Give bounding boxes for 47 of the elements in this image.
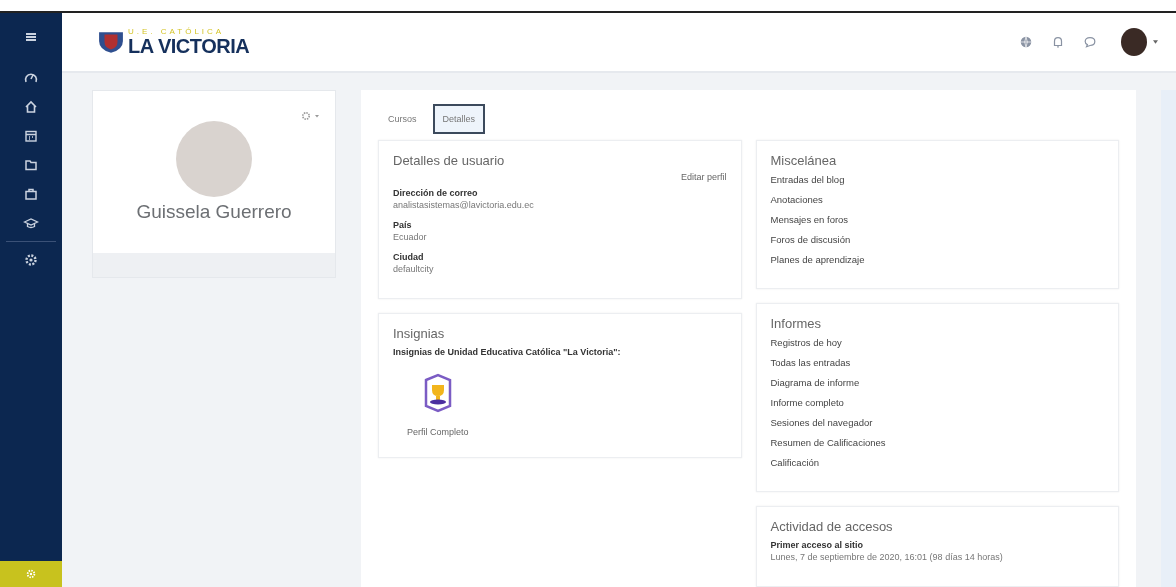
report-link[interactable]: Resumen de Calificaciones <box>770 437 1104 448</box>
card-title: Insignias <box>393 326 446 341</box>
settings-icon[interactable] <box>23 252 39 268</box>
caret-icon[interactable] <box>1153 40 1158 44</box>
trophy-badge-icon[interactable] <box>422 373 453 413</box>
user-avatar[interactable] <box>1121 28 1147 56</box>
tab[interactable]: Detalles <box>432 104 486 134</box>
report-link[interactable]: Diagrama de informe <box>770 377 1104 388</box>
field-value: analistasistemas@lavictoria.edu.ec <box>393 200 535 210</box>
globe-icon[interactable] <box>1019 35 1033 49</box>
profile-name: Guissela Guerrero <box>136 201 292 223</box>
misc-link[interactable]: Planes de aprendizaje <box>770 254 1104 265</box>
chat-icon[interactable] <box>1083 35 1097 49</box>
report-link[interactable]: Sesiones del navegador <box>770 417 1104 428</box>
card-title: Detalles de usuario <box>393 153 506 168</box>
misc-link[interactable]: Anotaciones <box>770 194 1104 205</box>
field-label: Dirección de correo <box>393 188 479 198</box>
field-value: defaultcity <box>393 264 435 274</box>
report-link[interactable]: Calificación <box>770 457 1104 468</box>
settings-icon <box>25 568 37 580</box>
misc-link[interactable]: Mensajes en foros <box>770 214 1104 225</box>
report-link[interactable]: Informe completo <box>770 397 1104 408</box>
home-icon[interactable] <box>23 99 39 115</box>
report-link[interactable]: Registros de hoy <box>770 337 1104 348</box>
field-label: País <box>393 220 413 230</box>
card-title: Actividad de accesos <box>770 519 894 534</box>
field-value: Lunes, 7 de septiembre de 2020, 16:01 (98 días 14 horas) <box>770 552 1004 562</box>
card-title: Informes <box>770 316 823 331</box>
settings-menu-icon[interactable] <box>301 111 321 121</box>
badges-subtitle: Insignias de Unidad Educativa Católica "La Victoria": <box>393 347 622 357</box>
field-label: Primer acceso al sitio <box>770 540 865 550</box>
edit-profile-link[interactable]: Editar perfil <box>680 172 727 182</box>
card-title: Miscelánea <box>770 153 838 168</box>
shield-logo-icon <box>98 30 124 54</box>
tab[interactable]: Cursos <box>378 104 427 134</box>
folder-icon[interactable] <box>23 157 39 173</box>
logo-tagline: U.E. CATÓLICA <box>128 28 226 36</box>
bell-icon[interactable] <box>1051 35 1065 49</box>
field-label: Ciudad <box>393 252 425 262</box>
misc-link[interactable]: Entradas del blog <box>770 174 1104 185</box>
badge-name: Perfil Completo <box>407 427 469 437</box>
misc-link[interactable]: Foros de discusión <box>770 234 1104 245</box>
report-link[interactable]: Todas las entradas <box>770 357 1104 368</box>
calendar-icon[interactable] <box>23 128 39 144</box>
field-value: Ecuador <box>393 232 428 242</box>
briefcase-icon[interactable] <box>23 186 39 202</box>
logo-name: LA VICTORIA <box>128 36 250 56</box>
